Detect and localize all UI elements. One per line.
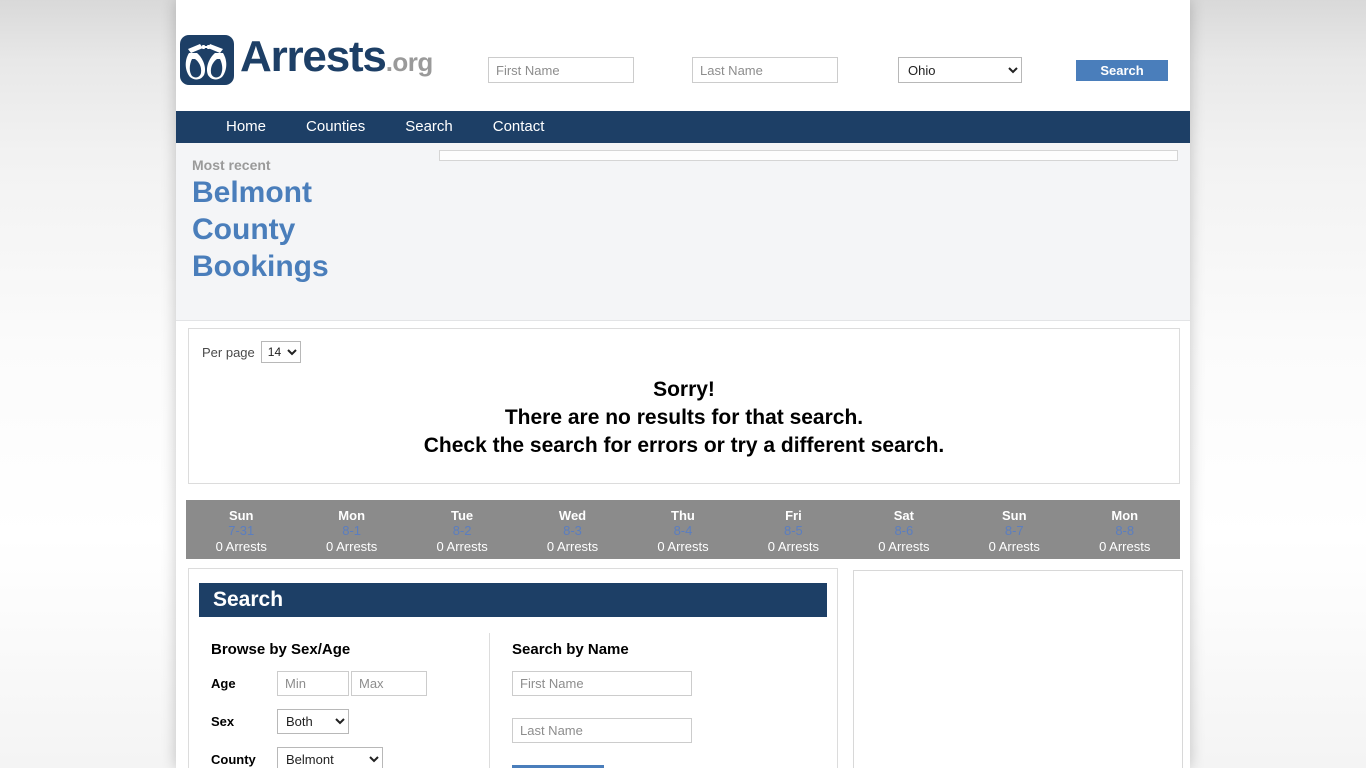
date-cell[interactable]: Mon 8-1 0 Arrests (296, 500, 406, 559)
search-by-name-column: Search by Name Search (490, 627, 837, 768)
sex-label: Sex (211, 714, 235, 729)
site-header: Arrests.org Ohio Search (176, 0, 1190, 111)
date-day-of-week: Mon (1111, 508, 1139, 523)
date-cell[interactable]: Tue 8-2 0 Arrests (407, 500, 517, 559)
date-cell[interactable]: Sun 8-7 0 Arrests (959, 500, 1069, 559)
date-arrest-count: 0 Arrests (546, 539, 599, 554)
county-label: County (211, 752, 256, 767)
age-max-input[interactable] (351, 671, 427, 696)
date-day-of-week: Mon (338, 508, 366, 523)
date-day-of-week: Tue (451, 508, 474, 523)
site-container: Arrests.org Ohio Search Home Counties Se… (176, 0, 1190, 768)
date-navigation-strip: Sun 7-31 0 Arrests Mon 8-1 0 Arrests Tue 8-2 0 A… (186, 500, 1180, 559)
nav-item-home[interactable]: Home (206, 111, 286, 143)
date-month-day[interactable]: 8-3 (517, 523, 627, 539)
date-month-day[interactable]: 8-5 (738, 523, 848, 539)
date-day-of-week: Sun (228, 508, 254, 523)
date-arrest-count: 0 Arrests (878, 539, 930, 554)
date-cell[interactable]: Mon 8-8 0 Arrests (1070, 500, 1180, 559)
date-arrest-count: 0 Arrests (767, 539, 820, 554)
search-panel-body: Browse by Sex/Age Age Sex Both County Be… (189, 627, 837, 768)
date-arrest-count: 0 Arrests (326, 539, 378, 554)
sex-field-row: Sex Both (211, 709, 489, 734)
name-section-title: Search by Name (512, 641, 629, 658)
county-select[interactable]: Belmont (277, 747, 383, 768)
search-panel-title: Search (213, 588, 284, 611)
date-day-of-week: Thu (671, 508, 695, 523)
search-panel-header: Search (199, 583, 827, 617)
date-month-day[interactable]: 8-8 (1070, 523, 1180, 539)
date-arrest-count: 0 Arrests (657, 539, 709, 554)
browse-section-title: Browse by Sex/Age (211, 641, 351, 658)
browse-by-sex-age-column: Browse by Sex/Age Age Sex Both County Be… (189, 627, 489, 768)
date-month-day[interactable]: 8-7 (959, 523, 1069, 539)
per-page-label: Per page (202, 344, 255, 360)
handcuffs-icon (180, 34, 234, 85)
search-panel: Search Browse by Sex/Age Age Sex Both Co (188, 568, 838, 768)
nav-item-search[interactable]: Search (385, 111, 473, 143)
date-cell[interactable]: Thu 8-4 0 Arrests (628, 500, 738, 559)
date-month-day[interactable]: 8-6 (849, 523, 959, 539)
sex-select[interactable]: Both (277, 709, 349, 734)
date-arrest-count: 0 Arrests (988, 539, 1040, 554)
county-field-row: County Belmont (211, 747, 489, 768)
top-banner-slot (439, 150, 1178, 161)
date-month-day[interactable]: 8-2 (407, 523, 517, 539)
no-results-message: Sorry! There are no results for that sea… (189, 376, 1179, 460)
age-label: Age (211, 676, 236, 691)
per-page-select[interactable]: 14 (260, 341, 301, 363)
panel-first-name-input[interactable] (512, 671, 692, 696)
header-last-name-input[interactable] (692, 57, 838, 83)
date-cell[interactable]: Sat 8-6 0 Arrests (849, 500, 959, 559)
results-panel: Per page 14 Sorry! There are no results … (188, 328, 1180, 484)
no-results-line-2: There are no results for that search. (504, 406, 864, 429)
date-arrest-count: 0 Arrests (1099, 539, 1151, 554)
panel-last-name-input[interactable] (512, 718, 692, 743)
nav-item-contact[interactable]: Contact (473, 111, 565, 143)
date-day-of-week: Sat (893, 508, 914, 523)
date-month-day[interactable]: 8-1 (296, 523, 406, 539)
date-day-of-week: Wed (558, 508, 587, 523)
per-page-control: Per page 14 (202, 341, 301, 363)
page-title: Belmont County Bookings (192, 176, 329, 283)
age-field-row: Age (211, 671, 489, 696)
no-results-line-3: Check the search for errors or try a dif… (423, 434, 945, 457)
header-state-select[interactable]: Ohio (898, 57, 1022, 83)
date-arrest-count: 0 Arrests (215, 539, 267, 554)
date-arrest-count: 0 Arrests (436, 539, 488, 554)
date-month-day[interactable]: 7-31 (186, 523, 296, 539)
nav-item-counties[interactable]: Counties (286, 111, 385, 143)
logo-suffix: org (392, 47, 433, 77)
age-min-input[interactable] (277, 671, 349, 696)
date-cell[interactable]: Sun 7-31 0 Arrests (186, 500, 296, 559)
header-search-button[interactable]: Search (1076, 60, 1168, 81)
sidebar-ad-slot (853, 570, 1183, 768)
logo-wordmark: Arrests.org (240, 32, 433, 87)
date-day-of-week: Fri (785, 508, 802, 523)
page-header-band: Most recent Belmont County Bookings (176, 143, 1190, 321)
logo-name: Arrests (240, 32, 387, 81)
main-nav: Home Counties Search Contact (176, 111, 1190, 143)
header-first-name-input[interactable] (488, 57, 634, 83)
site-logo[interactable]: Arrests.org (180, 32, 433, 87)
date-cell[interactable]: Wed 8-3 0 Arrests (517, 500, 627, 559)
date-cell[interactable]: Fri 8-5 0 Arrests (738, 500, 848, 559)
date-day-of-week: Sun (1002, 508, 1027, 523)
no-results-line-1: Sorry! (653, 378, 715, 401)
most-recent-label: Most recent (192, 157, 271, 173)
date-month-day[interactable]: 8-4 (628, 523, 738, 539)
